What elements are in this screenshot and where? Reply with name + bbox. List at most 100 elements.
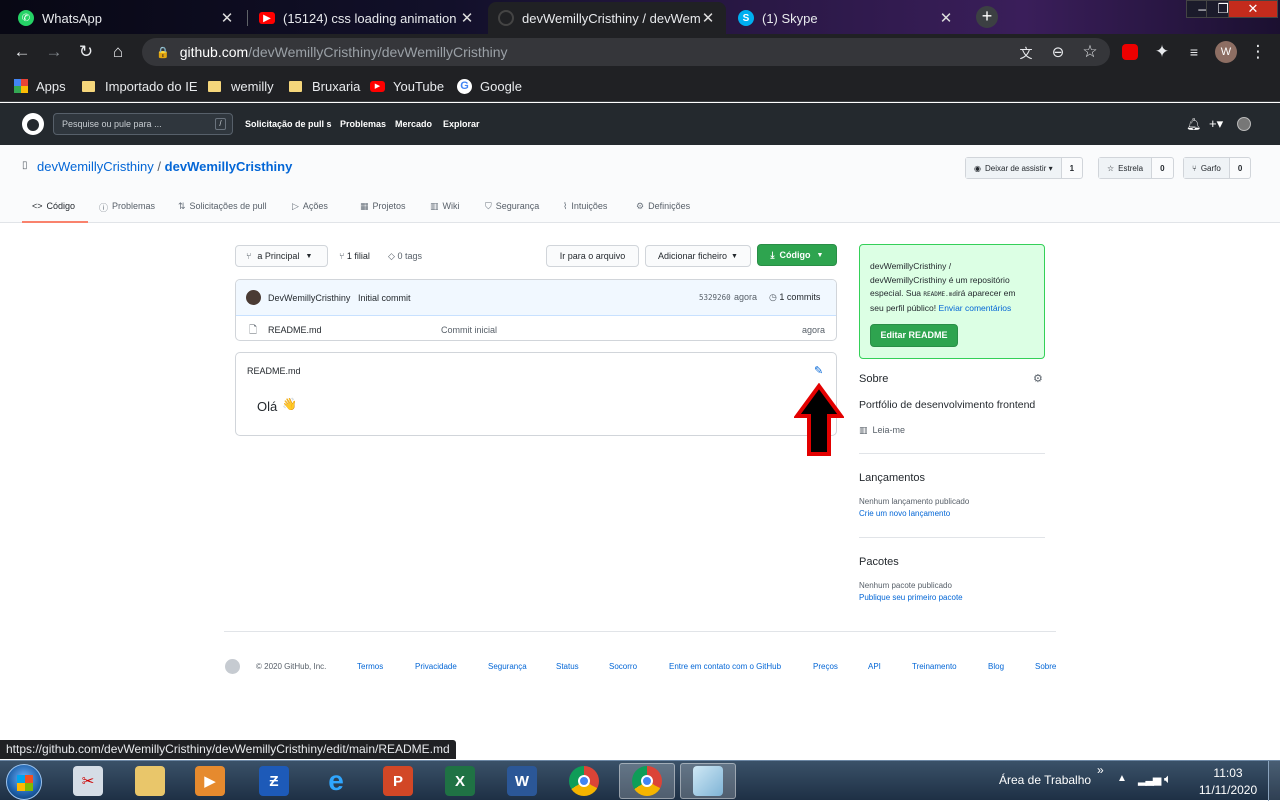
file-commit-message[interactable]: Commit inicial bbox=[441, 325, 497, 335]
back-icon[interactable]: ← bbox=[8, 34, 36, 70]
go-to-file-button[interactable]: Ir para o arquivo bbox=[546, 245, 639, 267]
edit-readme-button[interactable]: Editar README bbox=[870, 324, 958, 347]
forward-icon[interactable]: → bbox=[40, 34, 68, 70]
nav-pull-requests[interactable]: Solicitação de pull s bbox=[245, 103, 332, 145]
tab-insights[interactable]: ⌇ Intuições bbox=[563, 195, 607, 223]
tab-security[interactable]: ⛉ Segurança bbox=[485, 195, 539, 223]
volume-icon[interactable]: 🔈︎ bbox=[1164, 771, 1172, 787]
star-button[interactable]: ☆ Estrela 0 bbox=[1098, 157, 1174, 179]
packages-heading[interactable]: Pacotes bbox=[859, 556, 899, 568]
taskbar-media-player[interactable]: ▶ bbox=[182, 763, 238, 799]
file-row[interactable]: 🗋︎ README.md Commit inicial agora bbox=[236, 317, 836, 340]
send-feedback-link[interactable]: Enviar comentários bbox=[939, 303, 1012, 313]
bookmark-apps[interactable]: Apps bbox=[14, 70, 66, 102]
close-tab-icon[interactable]: ✕ bbox=[219, 9, 235, 27]
bookmark-youtube[interactable]: ▶ YouTube bbox=[370, 70, 444, 102]
home-icon[interactable]: ⌂ bbox=[104, 34, 132, 70]
bookmark-importado[interactable]: Importado do IE bbox=[82, 70, 198, 102]
address-bar[interactable]: 🔒 github.com/devWemillyCristhiny/devWemi… bbox=[142, 38, 1110, 66]
clock-date[interactable]: 11/11/2020 bbox=[1196, 783, 1260, 797]
taskbar-explorer[interactable] bbox=[122, 763, 178, 799]
translate-icon[interactable]: 文 bbox=[1012, 34, 1040, 70]
taskbar-notepad[interactable] bbox=[680, 763, 736, 799]
desktop-toolbar-label[interactable]: Área de Trabalho bbox=[999, 773, 1091, 787]
publish-package-link[interactable]: Publique seu primeiro pacote bbox=[859, 593, 963, 602]
taskbar-chrome-profile[interactable] bbox=[619, 763, 675, 799]
taskbar-internet-explorer[interactable]: e bbox=[308, 763, 364, 799]
tab-actions[interactable]: ▷ Ações bbox=[292, 195, 328, 223]
footer-link-blog[interactable]: Blog bbox=[988, 662, 1004, 671]
branch-count-link[interactable]: ⑂ 1 filial bbox=[339, 251, 370, 261]
show-hidden-icons[interactable]: ▲ bbox=[1117, 773, 1127, 784]
nav-explore[interactable]: Explorar bbox=[443, 103, 480, 145]
taskbar-powerpoint[interactable]: P bbox=[370, 763, 426, 799]
create-release-link[interactable]: Crie um novo lançamento bbox=[859, 509, 950, 518]
edit-pencil-icon[interactable]: ✎ bbox=[814, 364, 823, 377]
repo-owner-link[interactable]: devWemillyCristhiny bbox=[37, 159, 154, 174]
footer-link-security[interactable]: Segurança bbox=[488, 662, 527, 671]
footer-link-contact[interactable]: Entre em contato com o GitHub bbox=[669, 662, 781, 671]
tab-youtube[interactable]: ▶ (15124) css loading animation - c ✕ bbox=[249, 2, 485, 34]
taskbar-app-blue[interactable]: Ƶ bbox=[246, 763, 302, 799]
clock-time[interactable]: 11:03 bbox=[1196, 766, 1260, 780]
bookmark-google[interactable]: G Google bbox=[457, 70, 522, 102]
menu-kebab-icon[interactable]: ⋮ bbox=[1244, 34, 1272, 70]
commit-message[interactable]: Initial commit bbox=[358, 293, 411, 303]
footer-link-training[interactable]: Treinamento bbox=[912, 662, 957, 671]
nav-issues[interactable]: Problemas bbox=[340, 103, 386, 145]
tab-wiki[interactable]: ▥ Wiki bbox=[430, 195, 460, 223]
watch-button[interactable]: ◉ Deixar de assistir ▾ 1 bbox=[965, 157, 1084, 179]
tab-code[interactable]: <> Código bbox=[22, 195, 88, 223]
commit-author[interactable]: DevWemillyCristhiny bbox=[268, 293, 350, 303]
nav-marketplace[interactable]: Mercado bbox=[395, 103, 432, 145]
footer-link-help[interactable]: Socorro bbox=[609, 662, 637, 671]
file-name-link[interactable]: README.md bbox=[268, 325, 322, 335]
extension-adblock-icon[interactable] bbox=[1116, 34, 1144, 70]
extensions-puzzle-icon[interactable]: ✦ bbox=[1148, 34, 1176, 70]
footer-link-terms[interactable]: Termos bbox=[357, 662, 383, 671]
github-logo-icon[interactable] bbox=[22, 113, 44, 135]
zoom-icon[interactable]: ⊖ bbox=[1044, 34, 1072, 70]
taskbar-chrome[interactable] bbox=[556, 763, 612, 799]
releases-heading[interactable]: Lançamentos bbox=[859, 472, 925, 484]
profile-avatar[interactable]: W bbox=[1212, 34, 1240, 70]
create-new-plus-icon[interactable]: +▾ bbox=[1209, 116, 1223, 132]
footer-link-pricing[interactable]: Preços bbox=[813, 662, 838, 671]
taskbar-snipping-tool[interactable]: ✂ bbox=[60, 763, 116, 799]
taskbar-excel[interactable]: X bbox=[432, 763, 488, 799]
toolbar-chevron[interactable]: » bbox=[1097, 763, 1104, 777]
tab-whatsapp[interactable]: ✆ WhatsApp ✕ bbox=[8, 2, 245, 34]
commit-hash[interactable]: 5329260 bbox=[699, 293, 731, 302]
media-queue-icon[interactable]: ≡ bbox=[1180, 34, 1208, 70]
github-mark-icon[interactable] bbox=[225, 659, 240, 674]
repo-name-link[interactable]: devWemillyCristhiny bbox=[165, 159, 293, 174]
taskbar-word[interactable]: W bbox=[494, 763, 550, 799]
footer-link-about[interactable]: Sobre bbox=[1035, 662, 1056, 671]
code-download-button[interactable]: ⤓ Código ▼ bbox=[757, 244, 837, 266]
network-icon[interactable]: ▂▃▅ bbox=[1138, 773, 1161, 786]
footer-link-privacy[interactable]: Privacidade bbox=[415, 662, 457, 671]
branch-select-button[interactable]: ⑂ a Principal ▼ bbox=[235, 245, 328, 267]
reload-icon[interactable]: ↻ bbox=[72, 34, 100, 70]
close-tab-icon[interactable]: ✕ bbox=[700, 9, 716, 27]
close-tab-icon[interactable]: ✕ bbox=[459, 9, 475, 27]
tab-issues[interactable]: ⓘ Problemas bbox=[99, 195, 155, 223]
start-button[interactable] bbox=[6, 764, 42, 800]
fork-button[interactable]: ⑂ Garfo 0 bbox=[1183, 157, 1252, 179]
bookmark-wemilly[interactable]: wemilly bbox=[208, 70, 274, 102]
tab-pull-requests[interactable]: ⇅ Solicitações de pull bbox=[178, 195, 267, 223]
readme-link[interactable]: ▥ Leia-me bbox=[859, 425, 905, 436]
add-file-button[interactable]: Adicionar ficheiro ▼ bbox=[645, 245, 751, 267]
notifications-bell-icon[interactable]: 🔔︎ bbox=[1186, 117, 1201, 131]
gear-icon[interactable]: ⚙ bbox=[1033, 372, 1043, 385]
footer-link-status[interactable]: Status bbox=[556, 662, 579, 671]
tab-projects[interactable]: ▦ Projetos bbox=[360, 195, 406, 223]
commits-count-link[interactable]: ◷ 1 commits bbox=[769, 292, 820, 303]
close-tab-icon[interactable]: ✕ bbox=[938, 9, 954, 27]
new-tab-button[interactable]: + bbox=[976, 6, 998, 28]
bookmark-star-icon[interactable]: ☆ bbox=[1076, 34, 1104, 70]
tab-skype[interactable]: S (1) Skype ✕ bbox=[728, 2, 964, 34]
show-desktop-button[interactable] bbox=[1268, 761, 1280, 801]
user-avatar[interactable] bbox=[1237, 117, 1251, 131]
close-window-button[interactable]: ✕ bbox=[1228, 0, 1278, 18]
